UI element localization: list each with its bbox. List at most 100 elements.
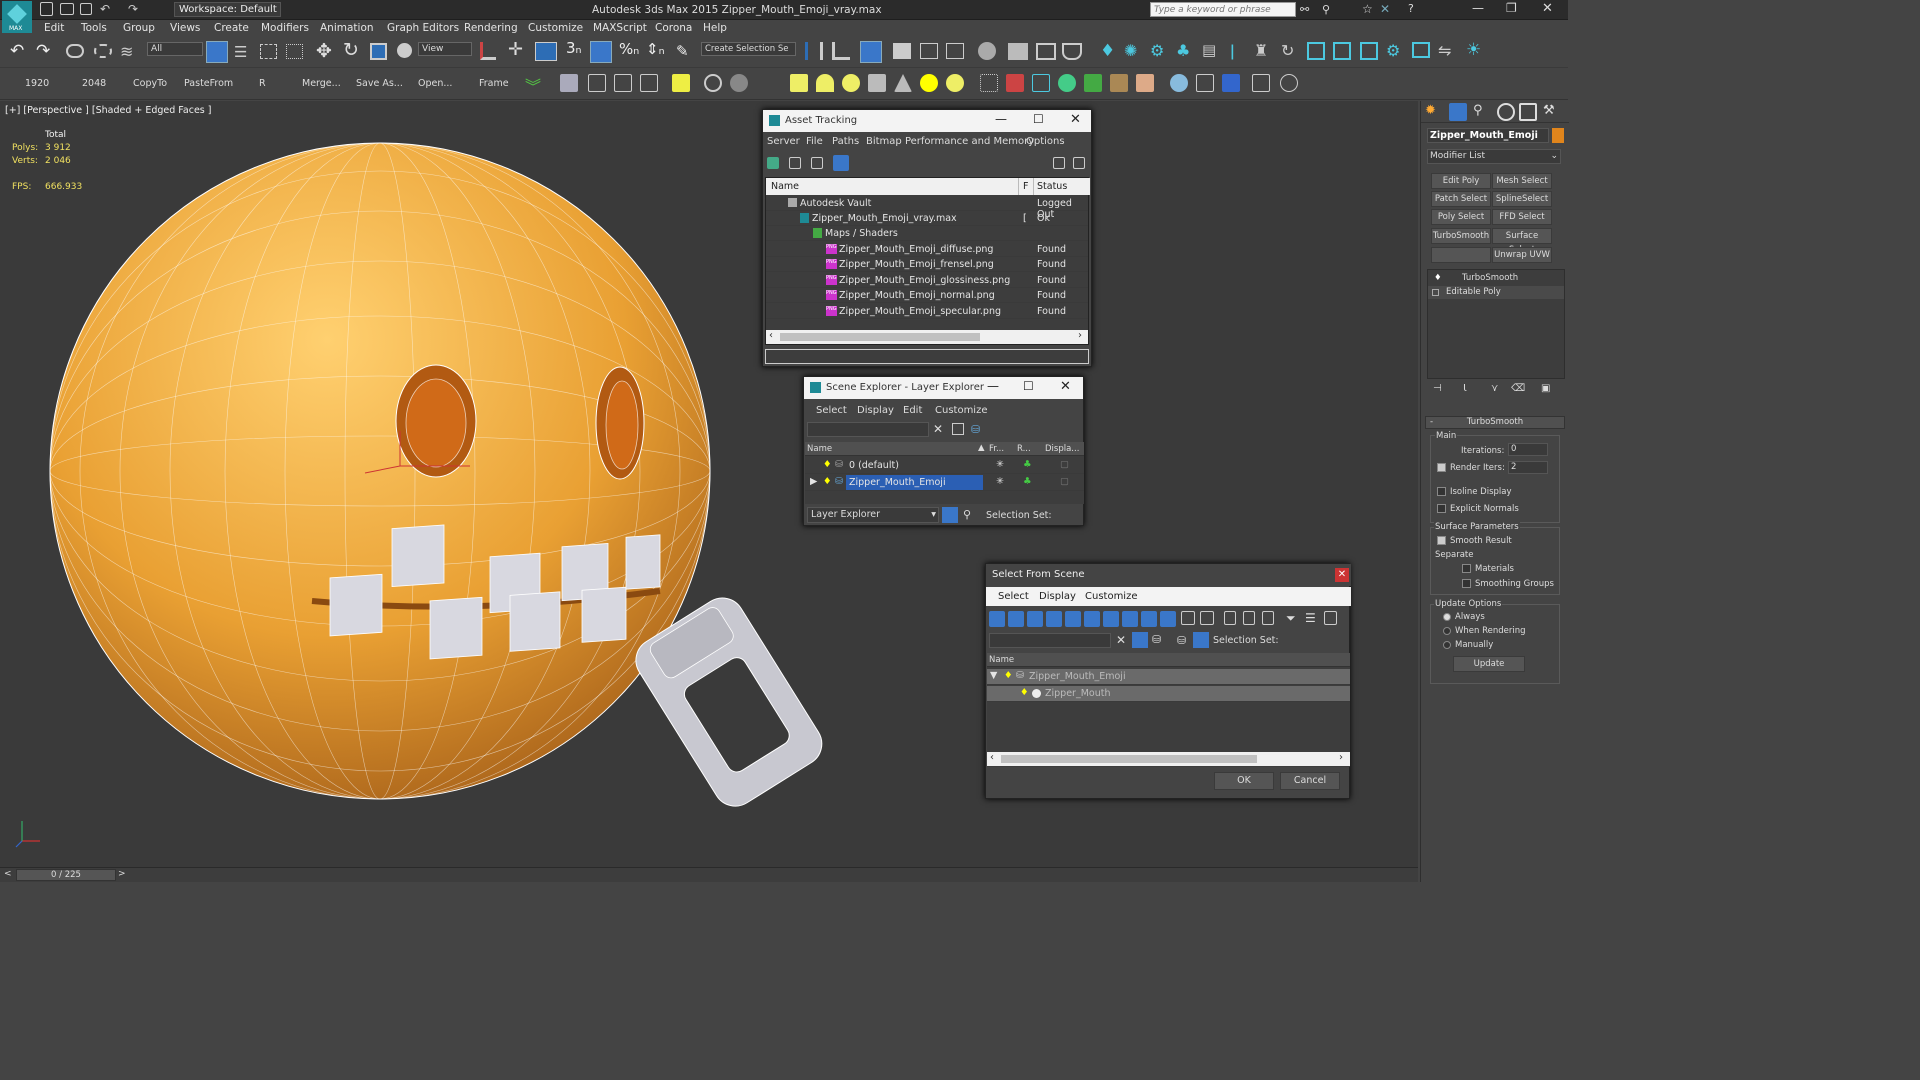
network-icon[interactable] [1032, 74, 1050, 92]
minimize-icon[interactable]: — [1472, 1, 1484, 15]
layers-icon[interactable]: ⛁ [1152, 633, 1161, 646]
filter-frozen-icon[interactable] [1181, 611, 1195, 625]
filter-shapes-icon[interactable] [1008, 611, 1024, 627]
menu-maxscript[interactable]: MAXScript [593, 22, 647, 34]
display-tab-icon[interactable] [1519, 103, 1537, 121]
display-box-icon[interactable]: ▢ [1060, 459, 1069, 470]
col-display[interactable]: Displa... [1045, 444, 1079, 454]
frame-button[interactable]: Frame [479, 78, 509, 89]
filter-geometry-icon[interactable] [989, 611, 1005, 627]
smooth-result-checkbox[interactable] [1437, 536, 1446, 545]
corona-denoise-icon[interactable]: ⚙ [1386, 41, 1400, 60]
render-icon[interactable] [588, 74, 606, 92]
layer-row[interactable]: ♦ ⛁ 0 (default) ✳ ♣ ▢ [805, 458, 1084, 474]
corona-region-icon[interactable] [1412, 42, 1430, 58]
menu-customize[interactable]: Customize [1085, 591, 1138, 602]
asset-row[interactable]: PNG Zipper_Mouth_Emoji_frensel.png Found [766, 257, 1088, 272]
move-icon[interactable]: ✥ [316, 40, 332, 62]
corona-bulb-icon[interactable]: ☀ [1466, 40, 1481, 60]
res-1920-button[interactable]: 1920 [25, 78, 49, 89]
motion-tab-icon[interactable] [1497, 103, 1515, 121]
freeze-icon[interactable]: ✳ [996, 476, 1004, 487]
scene-explorer-titlebar[interactable]: Scene Explorer - Layer Explorer — ☐ ✕ [804, 377, 1083, 399]
spot-icon[interactable] [868, 74, 886, 92]
col-f[interactable]: F [1023, 181, 1028, 192]
layer-manager-icon[interactable] [860, 41, 882, 63]
sun-icon[interactable] [920, 74, 938, 92]
teapot-icon[interactable] [560, 74, 578, 92]
object-color-swatch[interactable] [1552, 128, 1564, 143]
layer-row[interactable]: ▶ ♦ ⛁ Zipper_Mouth_Emoji ✳ ♣ ▢ [805, 475, 1084, 491]
menu-options[interactable]: Options [1026, 136, 1065, 147]
menu-select[interactable]: Select [998, 591, 1029, 602]
next-frame-icon[interactable]: > [118, 869, 126, 879]
menu-group[interactable]: Group [123, 22, 155, 34]
make-unique-icon[interactable]: ⋎ [1491, 383, 1498, 394]
corona-interactive-icon[interactable] [1333, 42, 1351, 60]
explorer-type-dropdown[interactable]: Layer Explorer ▾ [807, 507, 939, 523]
filter-bones-icon[interactable] [1141, 611, 1157, 627]
list-view-icon[interactable] [789, 157, 801, 169]
cancel-button[interactable]: Cancel [1280, 772, 1340, 790]
gear-icon[interactable] [704, 74, 722, 92]
menu-display[interactable]: Display [1039, 591, 1076, 602]
menu-graph-editors[interactable]: Graph Editors [387, 22, 459, 34]
corona-scatter-icon[interactable]: ♣ [1176, 41, 1190, 60]
filter-lights-icon[interactable] [1027, 611, 1043, 627]
menu-edit[interactable]: Edit [44, 22, 64, 34]
close-icon[interactable]: ✕ [1070, 112, 1081, 127]
object-name-field[interactable]: Zipper_Mouth_Emoji [1427, 128, 1549, 143]
col-name[interactable]: Name [807, 444, 832, 454]
grid-icon[interactable] [640, 74, 658, 92]
rendered-frame-icon[interactable] [1036, 43, 1056, 60]
hierarchy-icon[interactable]: ⚲ [963, 508, 971, 521]
filter-xrefs-icon[interactable] [1122, 611, 1138, 627]
filter-helpers-icon[interactable] [1065, 611, 1081, 627]
scroll-thumb[interactable] [780, 333, 980, 341]
scene-explorer-search[interactable] [807, 422, 929, 437]
close-icon[interactable]: ✕ [1060, 379, 1071, 394]
help-icon[interactable] [1053, 157, 1065, 169]
pill-icon[interactable] [1006, 74, 1024, 92]
undo-icon[interactable]: ↶ [10, 41, 24, 61]
info-icon[interactable] [1073, 157, 1085, 169]
corona-decal-icon[interactable]: ♜ [1254, 41, 1268, 60]
asset-tracking-titlebar[interactable]: Asset Tracking — ☐ ✕ [763, 110, 1091, 132]
col-status[interactable]: Status [1037, 181, 1067, 192]
ok-button[interactable]: OK [1214, 772, 1274, 790]
menu-select[interactable]: Select [816, 405, 847, 416]
grass-icon[interactable] [1084, 74, 1102, 92]
timeline-bar[interactable]: < 0 / 225 > [0, 867, 1418, 882]
find-icon[interactable] [952, 423, 964, 435]
bind-space-warp-icon[interactable]: ≋ [120, 42, 133, 61]
smoothing-groups-checkbox[interactable] [1462, 579, 1471, 588]
select-object-icon[interactable] [206, 41, 228, 63]
manipulate-icon[interactable]: ✛ [508, 39, 523, 60]
corona-material-icon[interactable]: ǀ [1230, 41, 1235, 60]
hierarchy-toggle-icon[interactable] [1193, 632, 1209, 648]
minimize-icon[interactable]: — [995, 112, 1007, 126]
expand-arrow-icon[interactable]: ▶ [810, 476, 817, 487]
prev-frame-icon[interactable]: < [4, 869, 12, 879]
unwrap-uvw-button[interactable]: Unwrap UVW [1492, 247, 1552, 263]
corona-lister-icon[interactable] [1360, 42, 1378, 60]
place-icon[interactable] [397, 43, 412, 58]
selection-filter-dropdown[interactable]: All [147, 42, 203, 56]
hierarchy-tab-icon[interactable]: ⚲ [1473, 103, 1491, 121]
edit-named-sel-icon[interactable]: ✎ [676, 42, 689, 60]
brush-icon[interactable] [1136, 74, 1154, 92]
menu-views[interactable]: Views [170, 22, 200, 34]
filter-containers-icon[interactable] [1160, 611, 1176, 627]
filter-groups-icon[interactable] [1103, 611, 1119, 627]
select-from-scene-titlebar[interactable]: Select From Scene ✕ [986, 564, 1351, 586]
render-setup-icon[interactable] [1008, 43, 1028, 60]
sort-by-layer-icon[interactable] [942, 507, 958, 523]
pivot-center-icon[interactable] [480, 42, 496, 60]
corona-camera-icon[interactable]: ⚙ [1150, 41, 1164, 60]
light-icon[interactable] [672, 74, 690, 92]
scroll-right-icon[interactable]: › [1339, 752, 1343, 763]
table-view-icon[interactable] [811, 157, 823, 169]
render-elements-icon[interactable] [1196, 74, 1214, 92]
menu-animation[interactable]: Animation [320, 22, 374, 34]
select-by-name-icon[interactable]: ☰ [234, 43, 247, 61]
